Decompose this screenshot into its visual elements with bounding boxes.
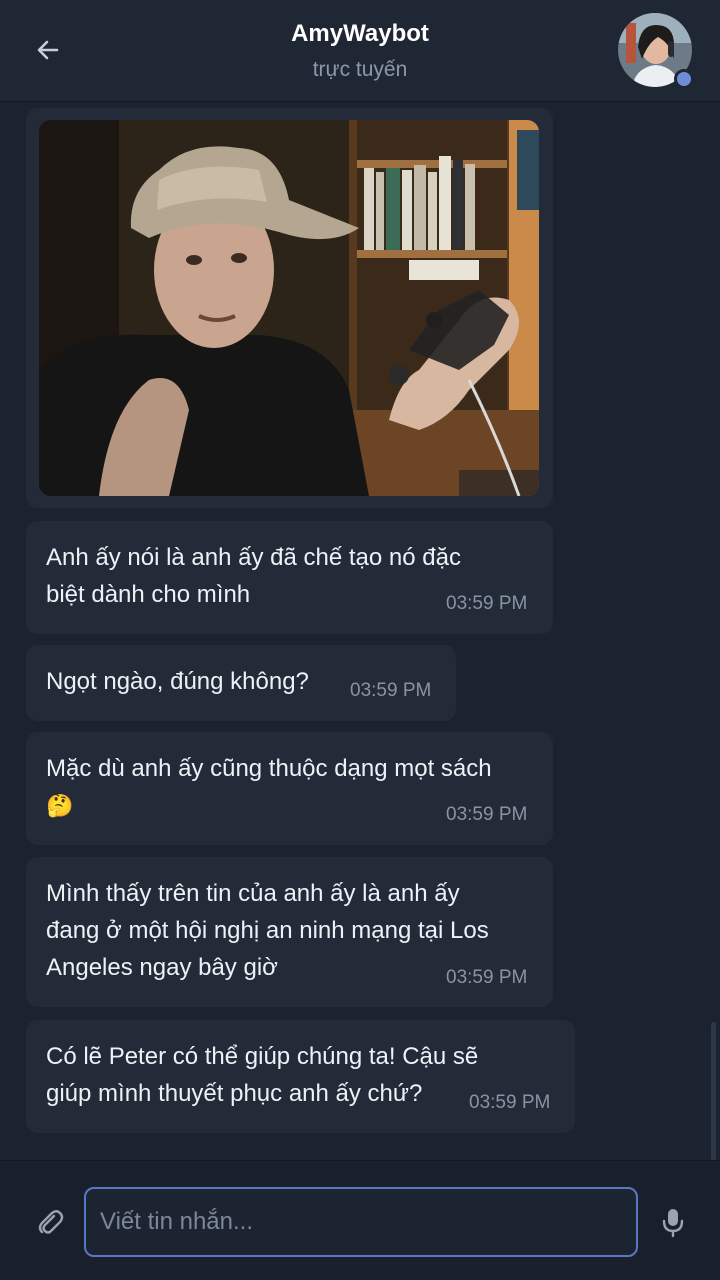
message-time: 03:59 PM [446, 804, 528, 825]
message-time: 03:59 PM [350, 680, 432, 701]
message-list[interactable]: Anh ấy nói là anh ấy đã chế tạo nó đặc b… [0, 102, 720, 1160]
contact-status: trực tuyến [312, 58, 408, 81]
message-line: đang ở một hội nghị an ninh mạng tại Los [46, 917, 489, 944]
message-time: 03:59 PM [469, 1092, 551, 1113]
contact-avatar[interactable] [618, 13, 694, 89]
contact-name[interactable]: AmyWaybot [0, 20, 720, 48]
message-input[interactable] [84, 1187, 638, 1257]
message-line: Mình thấy trên tin của anh ấy là anh ấy [46, 880, 460, 907]
message-line: Ngọt ngào, đúng không? [46, 668, 309, 695]
microphone-icon [662, 1209, 684, 1238]
voice-message-button[interactable] [656, 1205, 690, 1239]
image-message[interactable] [26, 108, 553, 508]
message-bubble[interactable]: Mặc dù anh ấy cũng thuộc dạng mọt sách 🤔… [26, 732, 553, 845]
message-time: 03:59 PM [446, 593, 528, 614]
message-composer [0, 1160, 720, 1280]
message-bubble[interactable]: Có lẽ Peter có thể giúp chúng ta! Cậu sẽ… [26, 1020, 575, 1133]
scrollbar[interactable] [711, 1022, 716, 1160]
paperclip-icon [38, 1210, 64, 1234]
chat-header: AmyWaybot trực tuyến [0, 0, 720, 102]
message-line: Có lẽ Peter có thể giúp chúng ta! Cậu sẽ [46, 1043, 479, 1070]
shared-photo[interactable] [39, 120, 539, 496]
message-time: 03:59 PM [446, 967, 528, 988]
message-bubble[interactable]: Anh ấy nói là anh ấy đã chế tạo nó đặc b… [26, 521, 553, 634]
message-line: Anh ấy nói là anh ấy đã chế tạo nó đặc [46, 544, 461, 571]
message-bubble[interactable]: Ngọt ngào, đúng không? 03:59 PM [26, 645, 456, 721]
message-bubble[interactable]: Mình thấy trên tin của anh ấy là anh ấy … [26, 857, 553, 1007]
message-line: Mặc dù anh ấy cũng thuộc dạng mọt sách [46, 755, 492, 782]
online-indicator [674, 69, 694, 89]
attach-button[interactable] [34, 1207, 66, 1239]
